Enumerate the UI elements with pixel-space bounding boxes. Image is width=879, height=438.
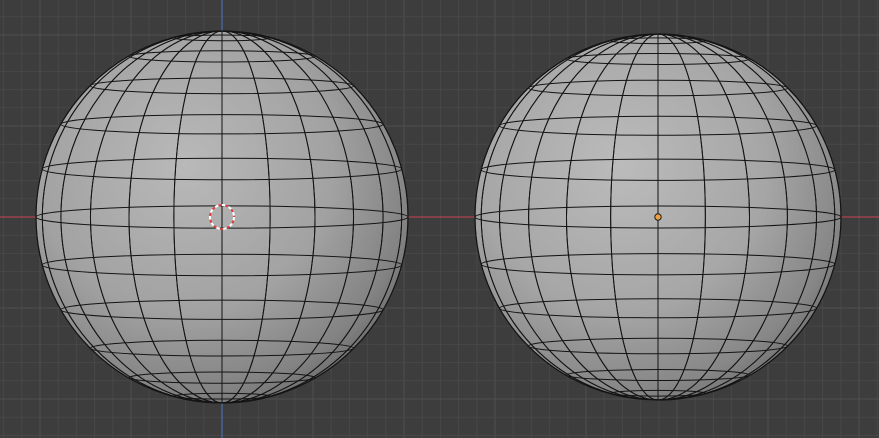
object-origin-icon[interactable]: [654, 213, 662, 221]
3d-viewport[interactable]: [0, 0, 879, 438]
viewport-canvas[interactable]: [0, 0, 879, 438]
uv-sphere-left[interactable]: [35, 30, 409, 404]
